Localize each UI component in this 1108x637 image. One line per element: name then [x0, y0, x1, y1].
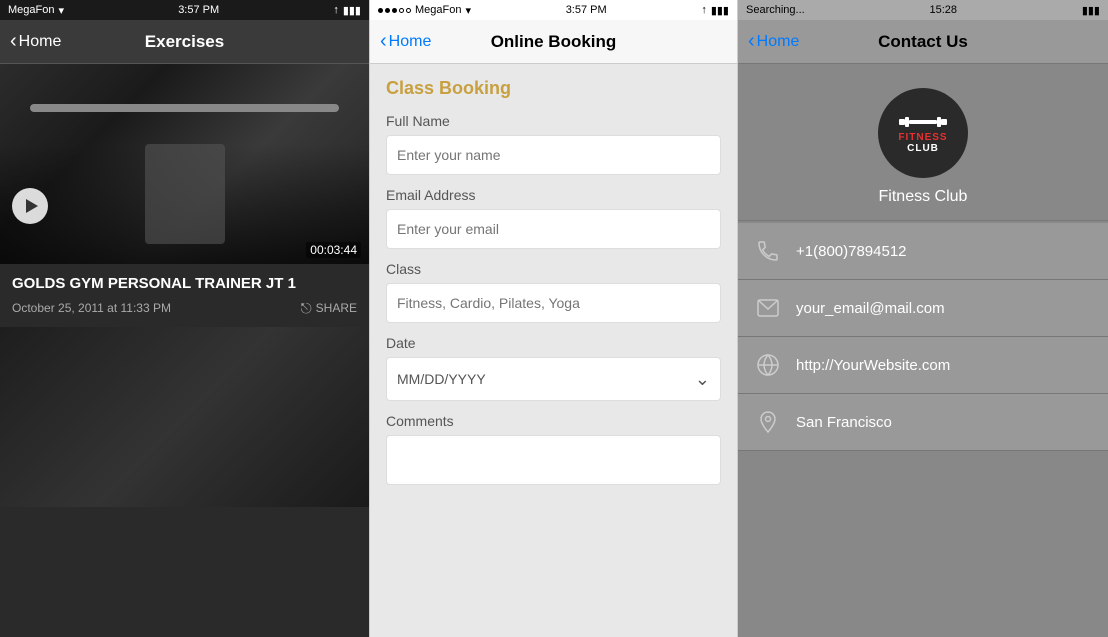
back-label-3: Home: [757, 33, 800, 51]
email-icon: [754, 294, 782, 322]
nav-title-2: Online Booking: [491, 32, 617, 52]
signal-dot-4: [399, 8, 404, 13]
full-name-label: Full Name: [386, 113, 721, 129]
comments-label: Comments: [386, 413, 721, 429]
divider-top: [738, 220, 1108, 221]
signal-icon-1: ↑: [333, 4, 339, 16]
signal-dot-1: [378, 8, 383, 13]
exercises-panel: MegaFon ▾ 3:57 PM ↑ ▮▮▮ ‹ Home Exercises…: [0, 0, 369, 637]
play-button-1[interactable]: [12, 188, 48, 224]
contact-panel: Searching... 15:28 ▮▮▮ ‹ Home Contact Us: [738, 0, 1108, 637]
share-label-1: SHARE: [316, 301, 357, 315]
dumbbell-icon: [899, 112, 947, 132]
share-button-1[interactable]: ⎋ SHARE: [301, 300, 357, 317]
wifi-icon-2: ▾: [465, 4, 471, 17]
back-label-1: Home: [19, 33, 62, 51]
back-button-1[interactable]: ‹ Home: [10, 32, 61, 51]
status-left-2: MegaFon ▾: [378, 4, 471, 17]
video-bg-2: [0, 327, 369, 507]
signal-dot-2: [385, 8, 390, 13]
contact-list: +1(800)7894512 your_email@mail.com: [738, 223, 1108, 451]
video-date-1: October 25, 2011 at 11:33 PM: [12, 301, 171, 315]
signal-dot-3: [392, 8, 397, 13]
status-right-2: ↑ ▮▮▮: [701, 4, 729, 17]
battery-icon-3: ▮▮▮: [1082, 4, 1100, 17]
nav-bar-1: ‹ Home Exercises: [0, 20, 369, 64]
video-title-1: GOLDS GYM PERSONAL TRAINER JT 1: [12, 274, 357, 294]
status-left-1: MegaFon ▾: [8, 4, 64, 17]
location-value: San Francisco: [796, 414, 892, 431]
date-picker[interactable]: MM/DD/YYYY ⌄: [386, 357, 721, 401]
video-thumbnail-2[interactable]: [0, 327, 369, 507]
wifi-icon-1: ▾: [58, 4, 64, 17]
email-value: your_email@mail.com: [796, 300, 945, 317]
email-label: Email Address: [386, 187, 721, 203]
gym-figure: [145, 144, 225, 244]
signal-dot-5: [406, 8, 411, 13]
arrow-up-icon-2: ↑: [701, 4, 707, 16]
time-1: 3:57 PM: [178, 4, 219, 16]
section-title: Class Booking: [386, 78, 721, 99]
phone-value: +1(800)7894512: [796, 243, 907, 260]
contact-content: FITNESS CLUB Fitness Club +1(800)7894512: [738, 64, 1108, 637]
contact-phone[interactable]: +1(800)7894512: [738, 223, 1108, 280]
time-2: 3:57 PM: [566, 4, 607, 16]
nav-bar-3: ‹ Home Contact Us: [738, 20, 1108, 64]
signal-dots-2: [378, 8, 411, 13]
date-chevron-icon: ⌄: [695, 369, 710, 390]
video-bg-1: [0, 64, 369, 264]
carrier-3: Searching...: [746, 4, 805, 16]
chevron-left-icon-3: ‹: [748, 31, 755, 51]
contact-location[interactable]: San Francisco: [738, 394, 1108, 451]
location-icon: [754, 408, 782, 436]
video-info-1: GOLDS GYM PERSONAL TRAINER JT 1 October …: [0, 264, 369, 325]
time-3: 15:28: [930, 4, 958, 16]
logo-text-fitness: FITNESS: [898, 132, 947, 143]
email-input[interactable]: [386, 209, 721, 249]
phone-icon: [754, 237, 782, 265]
logo-text-club: CLUB: [907, 143, 939, 154]
back-label-2: Home: [389, 33, 432, 51]
comments-input[interactable]: [386, 435, 721, 485]
nav-bar-2: ‹ Home Online Booking: [370, 20, 737, 64]
class-label: Class: [386, 261, 721, 277]
nav-title-1: Exercises: [145, 32, 224, 52]
contact-website[interactable]: http://YourWebsite.com: [738, 337, 1108, 394]
carrier-1: MegaFon: [8, 4, 54, 16]
back-button-2[interactable]: ‹ Home: [380, 32, 431, 51]
status-bar-1: MegaFon ▾ 3:57 PM ↑ ▮▮▮: [0, 0, 369, 20]
video-duration-1: 00:03:44: [306, 242, 361, 258]
gym-bar: [30, 104, 339, 112]
website-icon: [754, 351, 782, 379]
nav-title-3: Contact Us: [878, 32, 968, 52]
date-label: Date: [386, 335, 721, 351]
website-value: http://YourWebsite.com: [796, 357, 950, 374]
status-right-1: ↑ ▮▮▮: [333, 4, 361, 17]
battery-icon-1: ▮▮▮: [343, 4, 361, 17]
logo-circle: FITNESS CLUB: [878, 88, 968, 178]
chevron-left-icon-1: ‹: [10, 31, 17, 51]
class-input[interactable]: [386, 283, 721, 323]
video-thumbnail-1[interactable]: 00:03:44: [0, 64, 369, 264]
status-bar-3: Searching... 15:28 ▮▮▮: [738, 0, 1108, 20]
booking-panel: MegaFon ▾ 3:57 PM ↑ ▮▮▮ ‹ Home Online Bo…: [369, 0, 738, 637]
back-button-3[interactable]: ‹ Home: [748, 32, 799, 51]
status-bar-2: MegaFon ▾ 3:57 PM ↑ ▮▮▮: [370, 0, 737, 20]
booking-form: Class Booking Full Name Email Address Cl…: [370, 64, 737, 637]
contact-email[interactable]: your_email@mail.com: [738, 280, 1108, 337]
battery-icon-2: ▮▮▮: [711, 4, 729, 17]
chevron-left-icon-2: ‹: [380, 31, 387, 51]
carrier-2: MegaFon: [415, 4, 461, 16]
video-meta-1: October 25, 2011 at 11:33 PM ⎋ SHARE: [12, 300, 357, 317]
date-placeholder: MM/DD/YYYY: [397, 371, 486, 387]
share-icon-1: ⎋: [301, 300, 312, 317]
full-name-input[interactable]: [386, 135, 721, 175]
club-name: Fitness Club: [879, 188, 968, 206]
logo-container: FITNESS CLUB Fitness Club: [878, 64, 968, 218]
